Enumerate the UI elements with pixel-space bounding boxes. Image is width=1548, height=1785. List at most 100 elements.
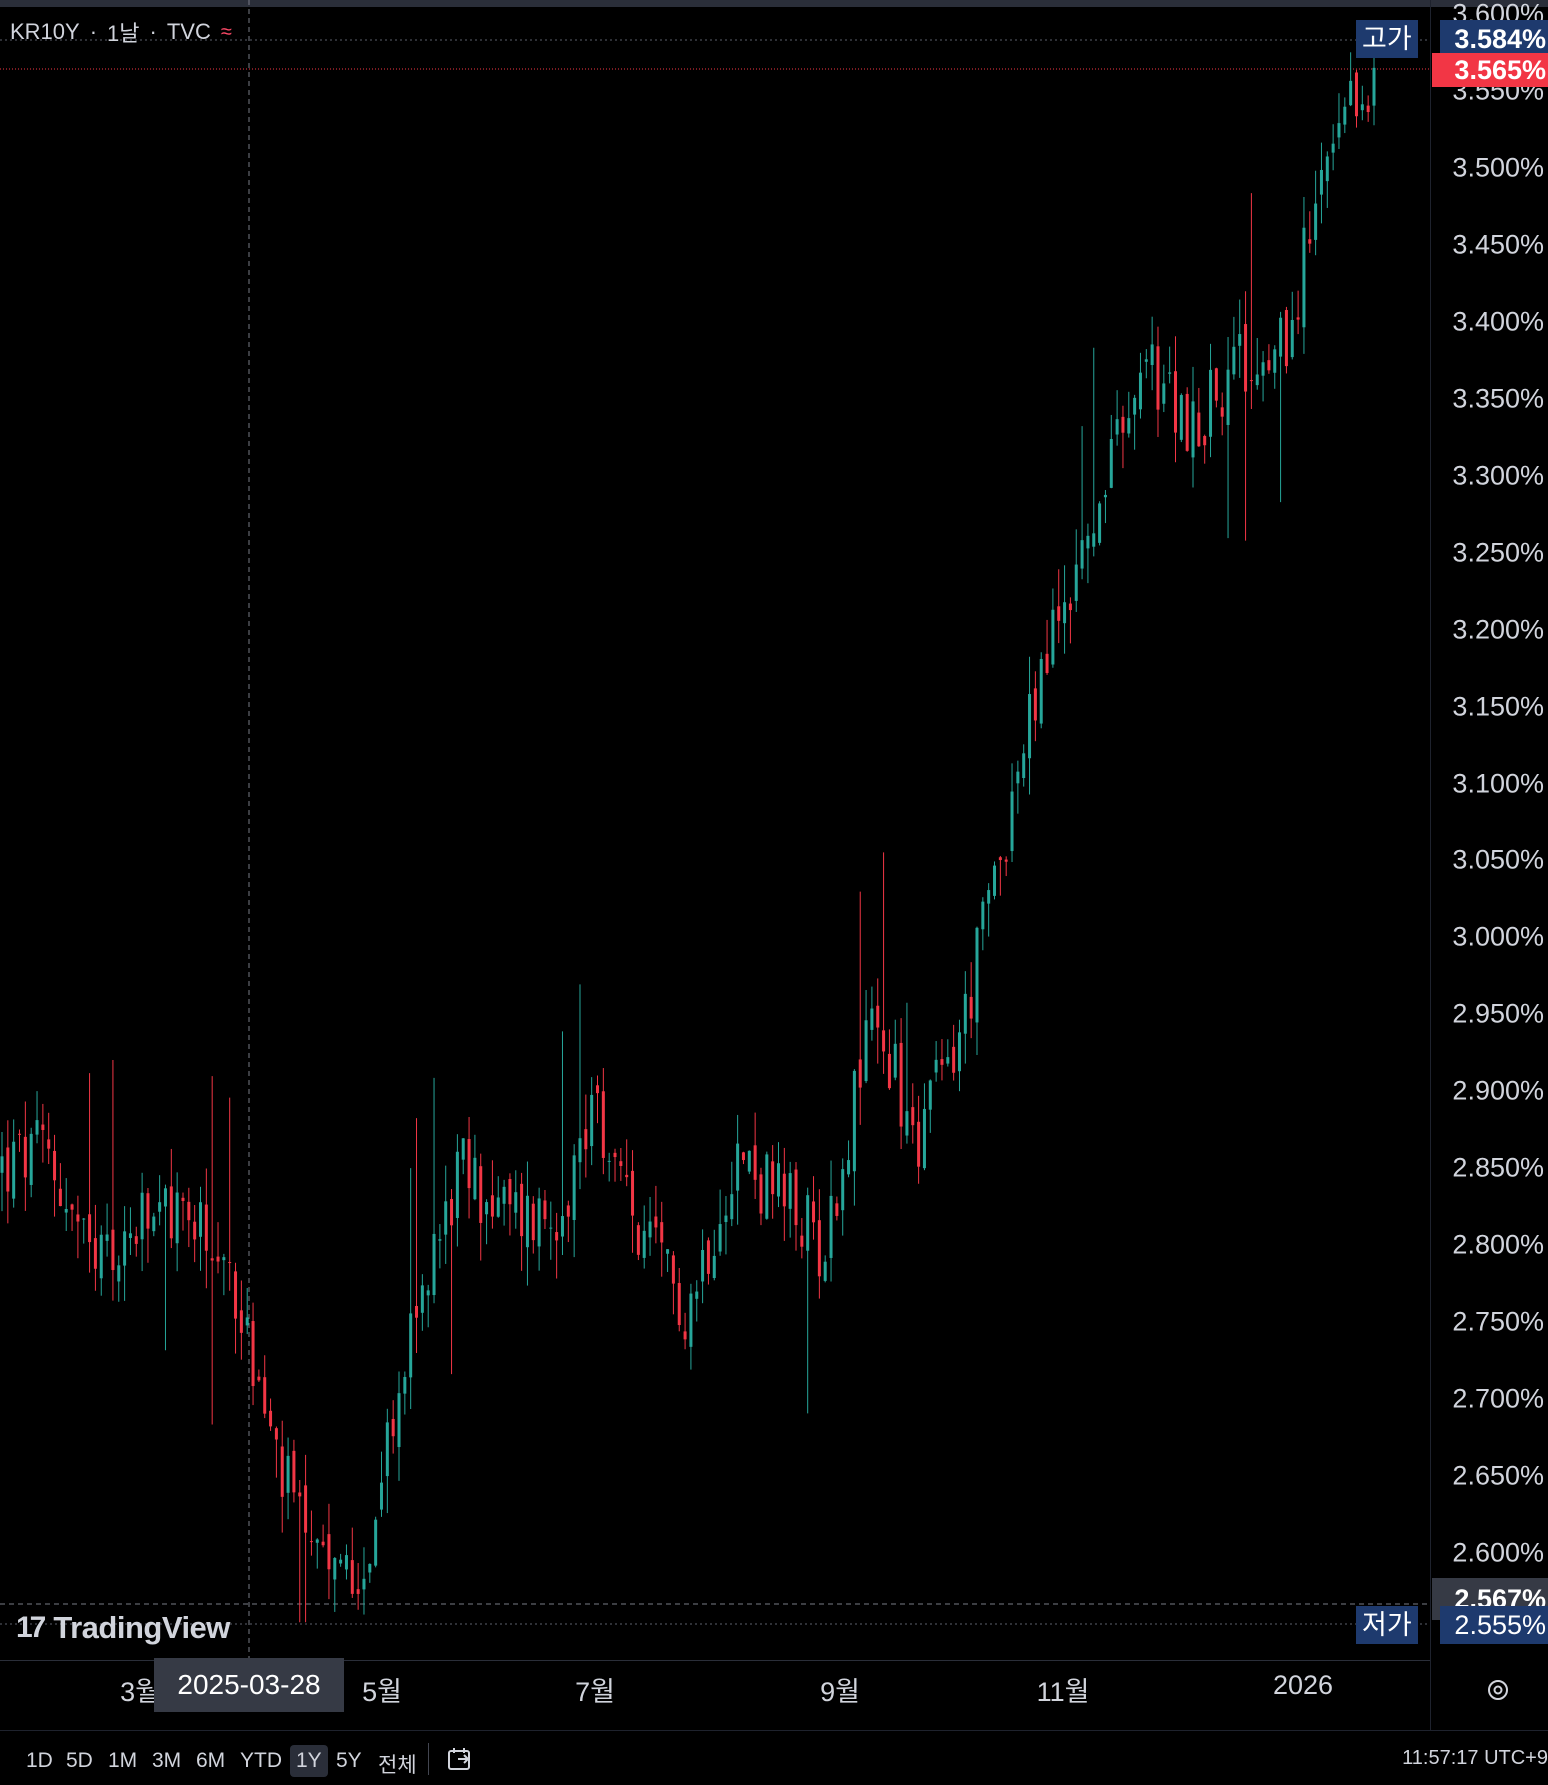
candle-body (321, 1541, 325, 1546)
candle-body (432, 1233, 436, 1296)
price-tick-label: 2.950% (1452, 998, 1544, 1029)
candle-body (753, 1145, 757, 1180)
candle-body (1185, 393, 1189, 451)
last-price-value: 3.565% (1432, 53, 1548, 87)
legend-sep: · (89, 19, 98, 44)
price-tick-label: 3.400% (1452, 306, 1544, 337)
candle-body (998, 857, 1002, 861)
candle-body (70, 1204, 74, 1210)
candle-body (531, 1203, 535, 1241)
candle-body (922, 1108, 926, 1169)
candle-body (1086, 535, 1090, 549)
tradingview-logo-icon: 17 (16, 1611, 46, 1644)
candle-body (409, 1313, 413, 1378)
candle-body (817, 1220, 821, 1277)
candle-body (584, 1129, 588, 1150)
candle-body (765, 1154, 769, 1219)
candle-body (1016, 771, 1020, 784)
candle-body (706, 1240, 710, 1274)
candle-body (677, 1283, 681, 1326)
candle-body (403, 1376, 407, 1394)
candle-body (887, 1053, 891, 1089)
timeframe-button-5y[interactable]: 5Y (330, 1745, 368, 1777)
candle-body (1273, 349, 1277, 373)
candle-body (58, 1188, 62, 1207)
time-tick-label: 7월 (575, 1677, 615, 1707)
timeframe-button-1y[interactable]: 1Y (290, 1745, 328, 1777)
candle-body (882, 1030, 886, 1052)
price-tick-label: 3.200% (1452, 614, 1544, 645)
candle-body (590, 1094, 594, 1147)
candle-body (946, 1057, 950, 1064)
candle-body (852, 1070, 856, 1172)
symbol-legend[interactable]: KR10Y · 1날 · TVC ≈ (10, 18, 232, 46)
candlestick-chart[interactable] (0, 0, 1548, 1730)
timeframe-button-5d[interactable]: 5D (60, 1745, 99, 1777)
candle-body (928, 1080, 932, 1110)
candle-body (1308, 239, 1312, 244)
candle-body (234, 1271, 238, 1319)
candle-body (858, 1059, 862, 1088)
candle-body (987, 890, 991, 904)
candle-body (695, 1291, 699, 1299)
price-tick-label: 3.250% (1452, 537, 1544, 568)
candle-body (736, 1143, 740, 1191)
candle-body (426, 1290, 430, 1296)
candle-body (1115, 419, 1119, 435)
timeframe-button-6m[interactable]: 6M (190, 1745, 231, 1777)
timeframe-button-3m[interactable]: 3M (146, 1745, 187, 1777)
candle-body (730, 1194, 734, 1220)
chart-settings-icon[interactable] (1484, 1676, 1512, 1704)
candle-body (93, 1238, 97, 1269)
candle-body (1267, 360, 1271, 371)
candle-body (718, 1224, 722, 1252)
candle-body (415, 1305, 419, 1318)
candle-body (1133, 397, 1137, 415)
candle-body (193, 1221, 197, 1240)
candle-body (1033, 688, 1037, 721)
candle-body (1319, 169, 1323, 195)
market-status-icon[interactable]: ≈ (221, 21, 232, 44)
candle-body (1238, 334, 1242, 346)
candle-body (333, 1558, 337, 1580)
candle-body (1028, 694, 1032, 759)
timeframe-button-전체[interactable]: 전체 (372, 1745, 423, 1783)
watermark-text: TradingView (53, 1610, 230, 1645)
date-range-icon[interactable] (444, 1743, 476, 1775)
candle-body (187, 1201, 191, 1221)
candle-body (724, 1215, 728, 1223)
candle-body (1010, 791, 1014, 852)
candle-body (829, 1195, 833, 1258)
candle-body (152, 1216, 156, 1232)
candle-body (1103, 494, 1107, 498)
candle-body (222, 1257, 226, 1261)
legend-symbol[interactable]: KR10Y (10, 19, 80, 45)
candle-body (105, 1234, 109, 1241)
candle-body (1302, 227, 1306, 328)
low-label: 저가 (1356, 1606, 1418, 1644)
candle-body (309, 1541, 313, 1543)
candle-body (776, 1163, 780, 1197)
price-tick-label: 2.800% (1452, 1229, 1544, 1260)
clock-timezone[interactable]: 11:57:17 UTC+9 (1402, 1747, 1548, 1770)
candle-body (1244, 324, 1248, 392)
candle-body (496, 1197, 500, 1217)
timeframe-button-1d[interactable]: 1D (20, 1745, 59, 1777)
candle-body (479, 1166, 483, 1223)
crosshair-date-label: 2025-03-28 (154, 1658, 344, 1712)
candle-body (263, 1377, 267, 1414)
timeframe-button-ytd[interactable]: YTD (234, 1745, 288, 1777)
candle-body (566, 1205, 570, 1217)
time-tick-label: 11월 (1036, 1677, 1090, 1707)
candle-body (1092, 533, 1096, 547)
candle-body (362, 1578, 366, 1590)
candle-body (485, 1202, 489, 1215)
candle-body (1232, 346, 1236, 375)
candle-body (1074, 564, 1078, 601)
candle-body (146, 1193, 150, 1229)
candle-body (1057, 606, 1061, 621)
candle-body (520, 1183, 524, 1237)
candle-body (1168, 372, 1172, 374)
timeframe-button-1m[interactable]: 1M (102, 1745, 143, 1777)
tradingview-watermark[interactable]: 17 TradingView (16, 1610, 230, 1646)
